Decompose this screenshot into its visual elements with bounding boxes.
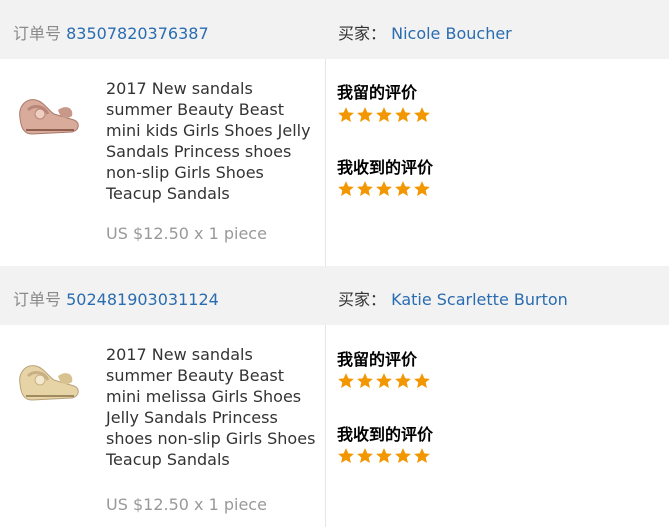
- column-divider: [325, 59, 326, 266]
- my-review-label: 我留的评价: [337, 350, 418, 369]
- order-number-link[interactable]: 83507820376387: [66, 24, 209, 43]
- star-icon: [395, 448, 411, 463]
- order-number-label: 订单号: [13, 24, 62, 43]
- price-line: US $12.50 x 1 piece: [106, 224, 267, 243]
- received-review-rating: [337, 180, 431, 198]
- product-thumbnail[interactable]: [14, 80, 84, 140]
- received-review-label: 我收到的评价: [337, 158, 434, 177]
- received-review-label: 我收到的评价: [337, 425, 434, 444]
- price-line: US $12.50 x 1 piece: [106, 495, 267, 514]
- star-icon: [376, 181, 392, 196]
- column-divider: [325, 325, 326, 527]
- my-review-rating: [337, 372, 431, 390]
- buyer-label: 买家：: [338, 24, 387, 43]
- star-icon: [357, 107, 373, 122]
- buyer-name-link[interactable]: Nicole Boucher: [391, 24, 512, 43]
- star-icon: [357, 181, 373, 196]
- my-review-rating: [337, 106, 431, 124]
- product-title-link[interactable]: 2017 New sandals summer Beauty Beast min…: [106, 78, 318, 204]
- order-number-link[interactable]: 502481903031124: [66, 290, 219, 309]
- star-icon: [376, 448, 392, 463]
- star-icon: [338, 373, 354, 388]
- star-icon: [414, 448, 430, 463]
- star-icon: [414, 181, 430, 196]
- buyer: 买家： Nicole Boucher: [338, 20, 512, 44]
- buyer-label: 买家：: [338, 290, 387, 309]
- star-icon: [395, 181, 411, 196]
- order-card: 订单号 83507820376387 买家： Nicole Boucher 20…: [0, 0, 669, 266]
- star-icon: [395, 107, 411, 122]
- star-icon: [338, 181, 354, 196]
- star-icon: [376, 373, 392, 388]
- order-header: 订单号 502481903031124 买家： Katie Scarlette …: [0, 266, 669, 325]
- order-card: 订单号 502481903031124 买家： Katie Scarlette …: [0, 266, 669, 527]
- buyer-name-link[interactable]: Katie Scarlette Burton: [391, 290, 568, 309]
- order-number: 订单号 502481903031124: [13, 286, 219, 310]
- order-number: 订单号 83507820376387: [13, 20, 209, 44]
- star-icon: [395, 373, 411, 388]
- product-title-link[interactable]: 2017 New sandals summer Beauty Beast min…: [106, 344, 318, 470]
- star-icon: [338, 107, 354, 122]
- received-review-rating: [337, 447, 431, 465]
- buyer: 买家： Katie Scarlette Burton: [338, 286, 568, 310]
- star-icon: [357, 448, 373, 463]
- my-review-label: 我留的评价: [337, 83, 418, 102]
- order-header: 订单号 83507820376387 买家： Nicole Boucher: [0, 0, 669, 59]
- order-number-label: 订单号: [13, 290, 62, 309]
- product-thumbnail[interactable]: [14, 346, 84, 406]
- star-icon: [338, 448, 354, 463]
- star-icon: [376, 107, 392, 122]
- star-icon: [357, 373, 373, 388]
- star-icon: [414, 107, 430, 122]
- star-icon: [414, 373, 430, 388]
